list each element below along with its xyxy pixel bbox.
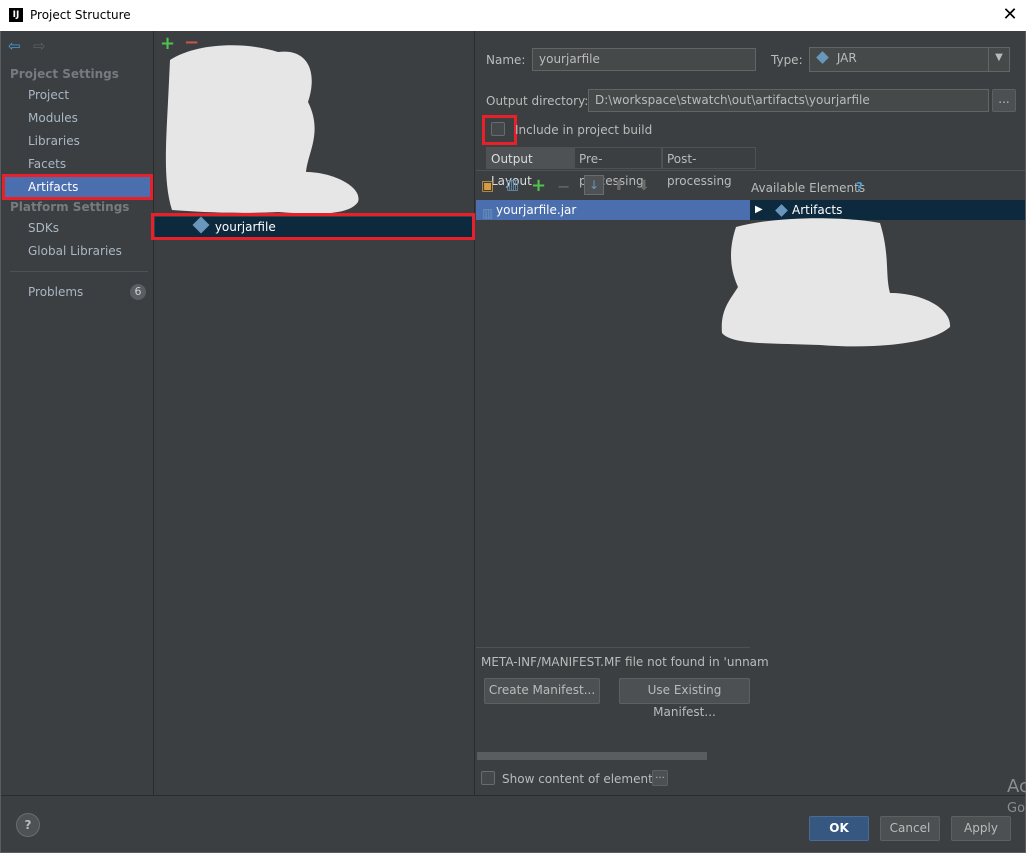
highlight-artifacts-box <box>2 174 153 200</box>
layout-jar-name: yourjarfile.jar <box>496 203 577 217</box>
remove-element-icon[interactable]: − <box>557 177 570 196</box>
move-up-icon[interactable]: ⬆ <box>613 178 625 194</box>
tab-pre-processing[interactable]: Pre-processing <box>574 147 662 188</box>
sidebar-item-global-libraries[interactable]: Global Libraries <box>3 241 151 261</box>
use-existing-manifest-button[interactable]: Use Existing Manifest... <box>619 678 750 719</box>
cancel-button[interactable]: Cancel <box>880 816 940 841</box>
include-in-build-label: Include in project build <box>515 123 653 137</box>
available-elements-label: Available Elements <box>751 181 866 195</box>
sidebar-item-project[interactable]: Project <box>3 85 151 105</box>
window-title: Project Structure <box>30 8 131 22</box>
title-bar: IJ Project Structure ✕ <box>0 0 1026 31</box>
output-directory-field[interactable]: D:\workspace\stwatch\out\artifacts\yourj… <box>588 89 989 112</box>
show-content-label: Show content of elements <box>502 772 660 786</box>
name-field[interactable]: yourjarfile <box>532 48 756 71</box>
tab-post-processing[interactable]: Post-processing <box>662 147 756 188</box>
help-icon[interactable]: ? <box>856 180 863 194</box>
horizontal-scrollbar[interactable] <box>477 752 707 760</box>
archive-icon[interactable]: ▥ <box>506 177 519 193</box>
sort-icon[interactable]: ↓ <box>584 175 604 195</box>
help-button[interactable]: ? <box>16 813 40 837</box>
type-dropdown[interactable]: JAR ▼ <box>809 47 1010 72</box>
move-down-icon[interactable]: ⬇ <box>638 178 650 194</box>
jar-file-icon: ▥ <box>482 206 494 220</box>
close-window-button[interactable]: ✕ <box>998 3 1022 27</box>
chevron-down-icon[interactable]: ▼ <box>988 48 1009 71</box>
problems-count-badge: 6 <box>130 284 146 300</box>
highlight-include-checkbox-box <box>482 115 517 145</box>
show-content-checkbox[interactable] <box>481 771 495 785</box>
jar-type-icon <box>816 51 829 64</box>
highlight-artifact-row-box <box>151 213 475 240</box>
manifest-divider <box>476 647 750 648</box>
output-directory-label: Output directory: <box>486 94 589 108</box>
intellij-logo-icon: IJ <box>9 8 23 22</box>
sidebar-divider <box>10 271 148 272</box>
footer-divider <box>1 795 1025 796</box>
type-label: Type: <box>771 53 803 67</box>
tabs-divider <box>476 170 1025 171</box>
forward-arrow-icon[interactable]: ⇨ <box>33 37 46 55</box>
create-manifest-button[interactable]: Create Manifest... <box>484 678 600 704</box>
apply-button[interactable]: Apply <box>951 816 1011 841</box>
browse-output-button[interactable]: ... <box>992 89 1016 112</box>
show-content-options-button[interactable]: ... <box>652 770 668 786</box>
activation-watermark-line1: Ac <box>1007 776 1026 797</box>
scribble-redaction-2 <box>721 218 951 347</box>
sidebar-item-modules[interactable]: Modules <box>3 108 151 128</box>
new-directory-icon[interactable]: ▣ <box>481 178 494 194</box>
add-element-icon[interactable]: + <box>531 175 546 196</box>
scribble-redaction <box>165 45 359 214</box>
platform-settings-heading: Platform Settings <box>10 200 130 214</box>
manifest-warning: META-INF/MANIFEST.MF file not found in '… <box>481 655 769 669</box>
name-label: Name: <box>486 53 526 67</box>
activation-watermark-line2: Go <box>1007 801 1026 816</box>
sidebar-item-libraries[interactable]: Libraries <box>3 131 151 151</box>
tab-output-layout[interactable]: Output Layout <box>486 147 574 188</box>
sidebar-item-facets[interactable]: Facets <box>3 154 151 174</box>
back-arrow-icon[interactable]: ⇦ <box>8 37 21 55</box>
project-settings-heading: Project Settings <box>10 67 119 81</box>
ok-button[interactable]: OK <box>809 816 869 841</box>
sidebar-item-problems[interactable]: Problems <box>3 282 151 302</box>
sidebar-item-sdks[interactable]: SDKs <box>3 218 151 238</box>
layout-row-jar[interactable]: ▥ yourjarfile.jar <box>476 200 750 220</box>
type-value: JAR <box>836 51 857 65</box>
